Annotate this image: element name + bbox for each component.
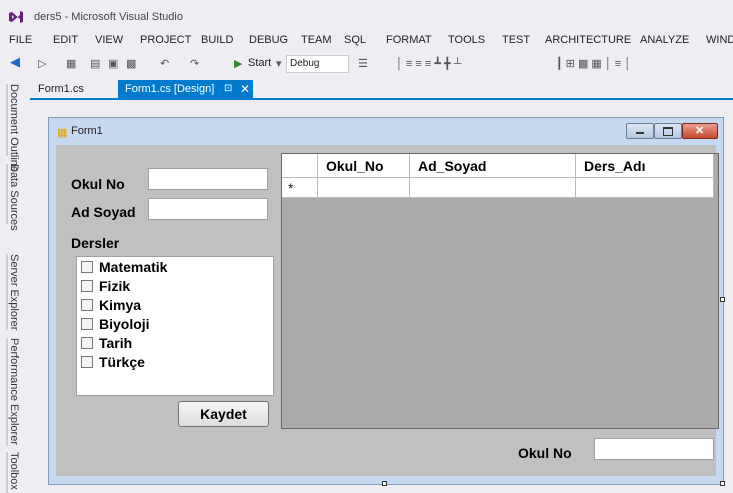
grid-new-row-header[interactable]: *	[282, 178, 318, 198]
okulno-label: Okul No	[71, 176, 125, 192]
spacing-icons[interactable]: ┃ ⊞ ▩ ▦ │ ≡ │	[556, 57, 631, 70]
open-icon[interactable]: ▤	[90, 57, 100, 70]
menu-edit[interactable]: EDIT	[53, 34, 78, 46]
checkbox[interactable]	[81, 299, 93, 311]
new-project-icon[interactable]: ▦	[66, 57, 76, 70]
checkbox[interactable]	[81, 337, 93, 349]
kaydet-button[interactable]: Kaydet	[178, 401, 269, 427]
checkbox[interactable]	[81, 280, 93, 292]
undo-icon[interactable]: ↶	[160, 57, 169, 70]
okulno-input[interactable]	[148, 168, 268, 190]
form-icon: ▦	[57, 127, 68, 139]
toolbar: ◀ ▷ ▦ ▤ ▣ ▩ ↶ ↷ ▶ Start ▾ Debug ☰ │ ≡ ≡ …	[0, 51, 733, 79]
tab-form1-design[interactable]: Form1.cs [Design] ⊡ ✕	[118, 80, 253, 98]
form-window[interactable]: ▦ Form1 ✕ Okul No Ad Soyad Dersler Matem…	[48, 117, 724, 485]
menu-team[interactable]: TEAM	[301, 34, 332, 46]
menu-file[interactable]: FILE	[9, 34, 32, 46]
title-bar: ders5 - Microsoft Visual Studio	[0, 0, 733, 30]
dock-document-outline[interactable]: Document Outline	[8, 84, 20, 172]
save-all-icon[interactable]: ▩	[126, 57, 136, 70]
dock-data-sources[interactable]: Data Sources	[8, 164, 20, 231]
menu-project[interactable]: PROJECT	[140, 34, 191, 46]
checkbox[interactable]	[81, 318, 93, 330]
menu-view[interactable]: VIEW	[95, 34, 123, 46]
solution-config-select[interactable]: Debug	[286, 55, 349, 73]
menu-architecture[interactable]: ARCHITECTURE	[545, 34, 631, 46]
course-item[interactable]: Kimya	[81, 297, 141, 313]
menu-analyze[interactable]: ANALYZE	[640, 34, 689, 46]
dock-server-explorer[interactable]: Server Explorer	[8, 254, 20, 330]
search-okulno-input[interactable]	[594, 438, 714, 460]
dock-toolbox[interactable]: Toolbox	[8, 452, 20, 490]
minimize-button[interactable]	[626, 123, 654, 139]
menu-bar: FILE EDIT VIEW PROJECT BUILD DEBUG TEAM …	[0, 31, 733, 51]
adsoyad-label: Ad Soyad	[71, 204, 136, 220]
dersler-label: Dersler	[71, 235, 120, 251]
save-icon[interactable]: ▣	[108, 57, 118, 70]
form-title: Form1	[71, 125, 103, 137]
maximize-icon	[663, 127, 673, 136]
start-button[interactable]: Start	[248, 57, 271, 69]
close-icon[interactable]: ✕	[240, 80, 250, 98]
grid-cell[interactable]	[410, 178, 576, 198]
course-item[interactable]: Fizik	[81, 278, 130, 294]
menu-build[interactable]: BUILD	[201, 34, 233, 46]
back-icon[interactable]: ◀	[10, 54, 20, 70]
resize-handle[interactable]	[720, 481, 725, 486]
menu-debug[interactable]: DEBUG	[249, 34, 288, 46]
menu-window[interactable]: WIND	[706, 34, 733, 46]
form-client-area: Okul No Ad Soyad Dersler Matematik Fizik…	[56, 145, 719, 476]
redo-icon[interactable]: ↷	[190, 57, 199, 70]
checkbox[interactable]	[81, 356, 93, 368]
course-item[interactable]: Türkçe	[81, 354, 145, 370]
forward-icon[interactable]: ▷	[38, 57, 46, 70]
grid-corner-header	[282, 154, 318, 178]
course-item[interactable]: Matematik	[81, 259, 167, 275]
dock-performance-explorer[interactable]: Performance Explorer	[8, 338, 20, 445]
chevron-down-icon: ▾	[276, 58, 282, 70]
document-tabs: Form1.cs Form1.cs [Design] ⊡ ✕	[30, 80, 733, 100]
close-button[interactable]: ✕	[682, 123, 718, 139]
maximize-button[interactable]	[654, 123, 682, 139]
adsoyad-input[interactable]	[148, 198, 268, 220]
config-value: Debug	[290, 58, 320, 69]
resize-handle[interactable]	[720, 297, 725, 302]
menu-sql[interactable]: SQL	[344, 34, 366, 46]
pin-icon[interactable]: ⊡	[224, 80, 232, 98]
tab-form1-design-label: Form1.cs [Design]	[125, 83, 215, 95]
course-item[interactable]: Biyoloji	[81, 316, 150, 332]
grid-column-header[interactable]: Okul_No	[318, 154, 410, 178]
align-icon[interactable]: ☰	[358, 57, 368, 70]
grid-cell[interactable]	[318, 178, 410, 198]
visual-studio-logo-icon	[9, 11, 23, 23]
grid-column-header[interactable]: Ad_Soyad	[410, 154, 576, 178]
minimize-icon	[636, 132, 644, 134]
menu-format[interactable]: FORMAT	[386, 34, 432, 46]
resize-handle[interactable]	[382, 481, 387, 486]
menu-test[interactable]: TEST	[502, 34, 530, 46]
close-icon: ✕	[695, 125, 705, 137]
grid-cell[interactable]	[576, 178, 714, 198]
search-okulno-label: Okul No	[518, 445, 572, 461]
window-title: ders5 - Microsoft Visual Studio	[34, 11, 183, 23]
layout-icons[interactable]: │ ≡ ≡ ≡ ┻ ╋ ┴	[396, 57, 462, 70]
start-icon[interactable]: ▶	[234, 57, 242, 70]
checkbox[interactable]	[81, 261, 93, 273]
data-grid[interactable]: Okul_No Ad_Soyad Ders_Adı *	[281, 153, 719, 429]
grid-column-header[interactable]: Ders_Adı	[576, 154, 714, 178]
left-dock-strip: Document Outline Data Sources Server Exp…	[0, 80, 30, 493]
course-item[interactable]: Tarih	[81, 335, 132, 351]
courses-checklist[interactable]: Matematik Fizik Kimya Biyoloji Tarih Tür…	[76, 256, 274, 396]
tab-form1-cs[interactable]: Form1.cs	[38, 83, 84, 95]
menu-tools[interactable]: TOOLS	[448, 34, 485, 46]
